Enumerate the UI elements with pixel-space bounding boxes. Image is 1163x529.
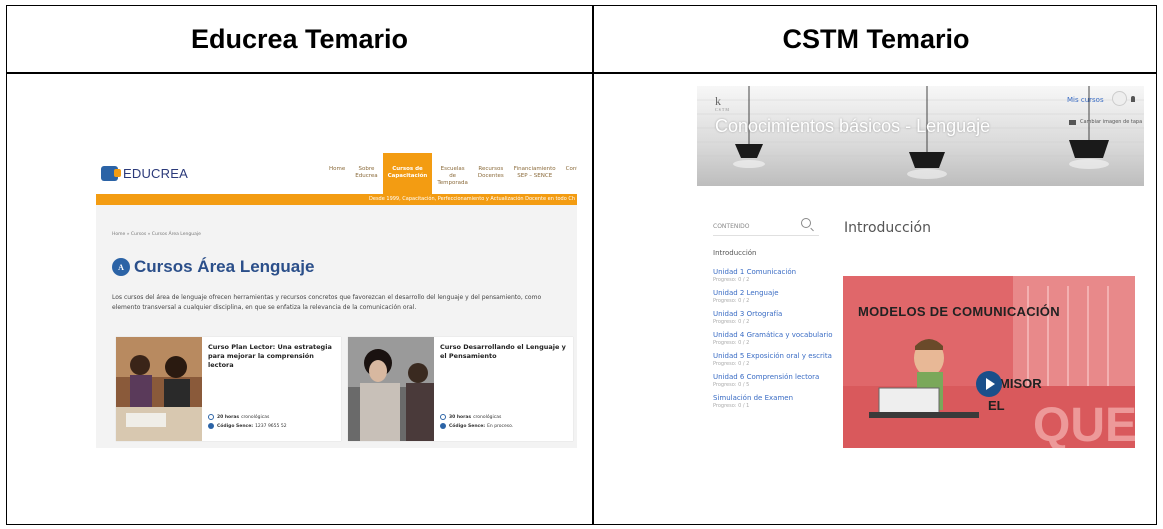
unit-progress: Progreso: 0 / 5 (713, 382, 750, 388)
breadcrumb[interactable]: Home » Cursos » Cursos Área Lenguaje (112, 232, 201, 237)
course-title[interactable]: Curso Desarrollando el Lenguaje y el Pen… (440, 343, 568, 361)
notification-icon[interactable] (1131, 96, 1135, 102)
unit-item[interactable]: Unidad 1 Comunicación Progreso: 0 / 2 (713, 268, 843, 284)
video-emisor-text: MISOR (999, 376, 1042, 391)
header-cstm: CSTM Temario (782, 23, 970, 54)
educrea-menu: Home Sobre Educrea Cursos de Capacitació… (324, 153, 577, 194)
code-label: Código Sence: (217, 423, 254, 429)
unit-progress: Progreso: 0 / 2 (713, 319, 750, 325)
unit-name[interactable]: Unidad 1 Comunicación (713, 268, 843, 277)
video-big-text: QUE (1033, 399, 1135, 448)
info-icon (440, 423, 446, 429)
educrea-screenshot: EDUCREA Home Sobre Educrea Cursos de Cap… (96, 153, 577, 448)
play-button[interactable] (976, 371, 1002, 397)
section-title: Introducción (844, 220, 931, 236)
folder-icon (1069, 119, 1076, 125)
sidebar-item-introduccion[interactable]: Introducción (713, 249, 757, 257)
header-educrea: Educrea Temario (190, 23, 409, 54)
menu-item-recursos[interactable]: Recursos Docentes (473, 153, 509, 194)
page-title-text: Cursos Área Lenguaje (134, 257, 315, 276)
course-hours: 30 horas cronológicas (440, 414, 501, 420)
educrea-content: Home » Cursos » Cursos Área Lenguaje A C… (96, 205, 577, 448)
cstm-logo-sub: CSTM (715, 107, 730, 112)
cstm-logo-mark: k (715, 94, 721, 108)
educrea-logo-icon (101, 166, 121, 181)
unit-item[interactable]: Unidad 6 Comprensión lectora Progreso: 0… (713, 373, 843, 389)
menu-item-cursos[interactable]: Cursos de Capacitación (382, 153, 433, 194)
educrea-logo-text: EDUCREA (123, 166, 188, 181)
unit-progress: Progreso: 0 / 2 (713, 340, 750, 346)
unit-item[interactable]: Unidad 5 Exposición oral y escrita Progr… (713, 352, 843, 368)
menu-item-sobre[interactable]: Sobre Educrea (350, 153, 382, 194)
unit-item[interactable]: Unidad 4 Gramática y vocabulario Progres… (713, 331, 843, 347)
page-title: A Cursos Área Lenguaje (112, 257, 314, 277)
unit-progress: Progreso: 0 / 2 (713, 298, 750, 304)
code-value: 1237 9655 52 (255, 423, 287, 429)
hours-value: 20 horas (217, 414, 240, 420)
area-description: Los cursos del área de lenguaje ofrecen … (112, 294, 542, 311)
educrea-navbar: EDUCREA Home Sobre Educrea Cursos de Cap… (96, 153, 577, 194)
course-sence-code: Código Sence: 1237 9655 52 (208, 423, 287, 429)
clock-icon (440, 414, 446, 420)
language-area-icon: A (112, 258, 130, 276)
unit-progress: Progreso: 0 / 2 (713, 277, 750, 283)
unit-item[interactable]: Unidad 3 Ortografía Progreso: 0 / 2 (713, 310, 843, 326)
educrea-tagline: Desde 1999, Capacitación, Perfeccionamie… (369, 196, 575, 202)
unit-item[interactable]: Unidad 2 Lenguaje Progreso: 0 / 2 (713, 289, 843, 305)
search-icon[interactable] (801, 218, 811, 228)
course-photo (348, 337, 434, 441)
educrea-tagline-bar: Desde 1999, Capacitación, Perfeccionamie… (96, 194, 577, 205)
unit-name[interactable]: Simulación de Examen (713, 394, 843, 403)
unit-progress: Progreso: 0 / 2 (713, 361, 750, 367)
avatar[interactable] (1112, 91, 1127, 106)
unit-item[interactable]: Simulación de Examen Progreso: 0 / 1 (713, 394, 843, 410)
cstm-logo[interactable]: k CSTM (715, 94, 730, 112)
video-title: MODELOS DE COMUNICACIÓN (858, 304, 1060, 319)
hours-unit: cronológicas (241, 414, 270, 420)
course-sence-code: Código Sence: En proceso. (440, 423, 513, 429)
code-label: Código Sence: (449, 423, 486, 429)
course-card[interactable]: Curso Plan Lector: Una estrategia para m… (116, 337, 341, 441)
clock-icon (208, 414, 214, 420)
menu-item-financiamiento[interactable]: Financiamiento SEP – SENCE (509, 153, 561, 194)
video-frame-illustration: QUE (843, 276, 1135, 448)
course-title[interactable]: Curso Plan Lector: Una estrategia para m… (208, 343, 336, 370)
unit-name[interactable]: Unidad 4 Gramática y vocabulario (713, 331, 843, 340)
change-cover-button[interactable]: Cambiar imagen de tapa (1069, 119, 1142, 125)
course-banner: k CSTM Mis cursos Cambiar imagen de tapa … (697, 86, 1144, 186)
cstm-screenshot: k CSTM Mis cursos Cambiar imagen de tapa … (697, 86, 1144, 448)
content-header: CONTENIDO (713, 223, 750, 230)
unit-name[interactable]: Unidad 6 Comprensión lectora (713, 373, 843, 382)
unit-list: Unidad 1 Comunicación Progreso: 0 / 2 Un… (713, 268, 843, 415)
educrea-logo[interactable]: EDUCREA (101, 166, 188, 181)
info-icon (208, 423, 214, 429)
course-card[interactable]: Curso Desarrollando el Lenguaje y el Pen… (348, 337, 573, 441)
course-hours: 20 horas cronológicas (208, 414, 269, 420)
code-value: En proceso. (487, 423, 514, 429)
menu-item-escuelas[interactable]: Escuelas de Temporada (432, 153, 473, 194)
header-divider (7, 72, 1156, 74)
unit-progress: Progreso: 0 / 1 (713, 403, 750, 409)
course-title: Conocimientos básicos - Lenguaje (715, 116, 991, 136)
change-cover-label: Cambiar imagen de tapa (1080, 119, 1143, 125)
unit-name[interactable]: Unidad 3 Ortografía (713, 310, 843, 319)
hours-unit: cronológicas (473, 414, 502, 420)
sidebar-divider (713, 235, 819, 236)
video-el-text: EL (988, 398, 1005, 413)
video-player[interactable]: QUE MODELOS DE COMUNICACIÓN MISOR EL (843, 276, 1135, 448)
unit-name[interactable]: Unidad 5 Exposición oral y escrita (713, 352, 843, 361)
my-courses-link[interactable]: Mis cursos (1067, 96, 1104, 104)
unit-name[interactable]: Unidad 2 Lenguaje (713, 289, 843, 298)
column-divider (592, 6, 594, 524)
hours-value: 30 horas (449, 414, 472, 420)
menu-item-home[interactable]: Home (324, 153, 350, 194)
menu-item-contacto[interactable]: Contac (561, 153, 577, 194)
course-photo (116, 337, 202, 441)
